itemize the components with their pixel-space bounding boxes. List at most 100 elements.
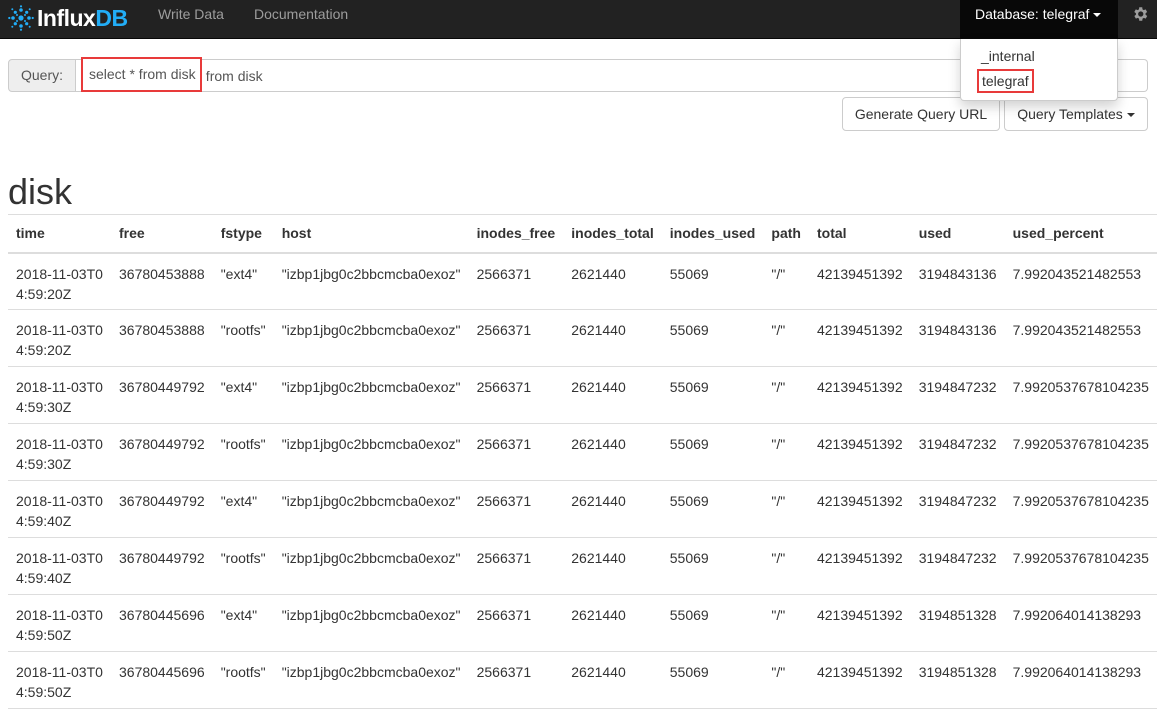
cell-total: 42139451392 bbox=[808, 423, 911, 481]
series-title: disk bbox=[8, 171, 73, 212]
table-row: 2018-11-03T04:59:30Z 36780449792 "rootfs" "… bbox=[8, 423, 1157, 481]
cell-used: 3194847232 bbox=[910, 366, 1005, 424]
column-header-free: free bbox=[111, 214, 213, 254]
cell-used-percent: 7.992064014138293 bbox=[1004, 594, 1157, 652]
cell-used: 3194851328 bbox=[910, 594, 1005, 652]
cell-total: 42139451392 bbox=[808, 594, 911, 652]
cell-host: "izbp1jbg0c2bbcmcba0exoz" bbox=[273, 309, 469, 367]
table-row: 2018-11-03T04:59:50Z 36780445696 "ext4" "iz… bbox=[8, 594, 1157, 652]
cell-time: 2018-11-03T04:59:20Z bbox=[8, 252, 111, 310]
cell-fstype: "ext4" bbox=[212, 252, 274, 310]
cell-host: "izbp1jbg0c2bbcmcba0exoz" bbox=[273, 423, 469, 481]
table-row: 2018-11-03T04:59:30Z 36780449792 "ext4" "iz… bbox=[8, 366, 1157, 424]
cell-inodes-total: 2621440 bbox=[563, 594, 662, 652]
brand-name: InfluxDB bbox=[37, 4, 128, 31]
cell-used: 3194847232 bbox=[910, 480, 1005, 538]
gear-icon[interactable] bbox=[1131, 5, 1149, 23]
cell-inodes-total: 2621440 bbox=[563, 309, 662, 367]
cell-used: 3194843136 bbox=[910, 309, 1005, 367]
cell-free: 36780449792 bbox=[111, 537, 213, 595]
cell-path: "/" bbox=[763, 594, 809, 652]
cell-inodes-total: 2621440 bbox=[563, 480, 662, 538]
database-dropdown-toggle[interactable]: Database: telegraf bbox=[960, 0, 1118, 39]
cell-path: "/" bbox=[763, 366, 809, 424]
cell-host: "izbp1jbg0c2bbcmcba0exoz" bbox=[273, 252, 469, 310]
cell-inodes-free: 2566371 bbox=[468, 480, 564, 538]
cell-host: "izbp1jbg0c2bbcmcba0exoz" bbox=[273, 480, 469, 538]
table-row: 2018-11-03T04:59:40Z 36780449792 "ext4" "iz… bbox=[8, 480, 1157, 538]
cell-total: 42139451392 bbox=[808, 252, 911, 310]
cell-fstype: "ext4" bbox=[212, 480, 274, 538]
cell-inodes-free: 2566371 bbox=[468, 252, 564, 310]
cell-inodes-total: 2621440 bbox=[563, 252, 662, 310]
brand-logo[interactable]: InfluxDB bbox=[8, 3, 128, 33]
cell-fstype: "ext4" bbox=[212, 366, 274, 424]
generate-query-url-button[interactable]: Generate Query URL bbox=[842, 97, 1000, 131]
database-menu-item-internal[interactable]: _internal bbox=[981, 48, 1035, 64]
query-text-highlight: select * from disk bbox=[81, 57, 202, 92]
cell-path: "/" bbox=[763, 309, 809, 367]
cell-inodes-used: 55069 bbox=[661, 366, 764, 424]
cell-inodes-used: 55069 bbox=[661, 252, 764, 310]
table-header-row: time free fstype host inodes_free inodes… bbox=[8, 214, 1157, 254]
cell-inodes-free: 2566371 bbox=[468, 537, 564, 595]
cell-total: 42139451392 bbox=[808, 480, 911, 538]
database-menu-item-telegraf[interactable]: telegraf bbox=[977, 69, 1034, 93]
cell-path: "/" bbox=[763, 423, 809, 481]
cell-inodes-used: 55069 bbox=[661, 423, 764, 481]
caret-down-icon bbox=[1093, 13, 1102, 18]
cell-used-percent: 7.992043521482553 bbox=[1004, 309, 1157, 367]
cell-time: 2018-11-03T04:59:30Z bbox=[8, 423, 111, 481]
table-row: 2018-11-03T04:59:20Z 36780453888 "ext4" "iz… bbox=[8, 252, 1157, 310]
query-templates-label: Query Templates bbox=[1017, 106, 1123, 122]
column-header-time: time bbox=[8, 214, 111, 254]
influxdb-logo-icon bbox=[8, 5, 34, 31]
cell-inodes-free: 2566371 bbox=[468, 423, 564, 481]
query-templates-button[interactable]: Query Templates bbox=[1004, 97, 1148, 131]
cell-host: "izbp1jbg0c2bbcmcba0exoz" bbox=[273, 537, 469, 595]
cell-used-percent: 7.9920537678104235 bbox=[1004, 423, 1157, 481]
cell-free: 36780445696 bbox=[111, 594, 213, 652]
cell-used: 3194847232 bbox=[910, 537, 1005, 595]
cell-used-percent: 7.9920537678104235 bbox=[1004, 480, 1157, 538]
cell-total: 42139451392 bbox=[808, 309, 911, 367]
navbar: InfluxDB Write Data Documentation Databa… bbox=[0, 0, 1157, 39]
cell-free: 36780449792 bbox=[111, 423, 213, 481]
cell-inodes-used: 55069 bbox=[661, 594, 764, 652]
cell-time: 2018-11-03T04:59:40Z bbox=[8, 480, 111, 538]
cell-time: 2018-11-03T04:59:50Z bbox=[8, 594, 111, 652]
cell-used-percent: 7.9920537678104235 bbox=[1004, 366, 1157, 424]
column-header-path: path bbox=[763, 214, 809, 254]
cell-time: 2018-11-03T04:59:30Z bbox=[8, 366, 111, 424]
table-row: 2018-11-03T04:59:20Z 36780453888 "rootfs" "… bbox=[8, 309, 1157, 367]
column-header-inodes-used: inodes_used bbox=[661, 214, 764, 254]
column-header-inodes-total: inodes_total bbox=[563, 214, 662, 254]
cell-path: "/" bbox=[763, 252, 809, 310]
cell-free: 36780449792 bbox=[111, 366, 213, 424]
column-header-used: used bbox=[910, 214, 1005, 254]
cell-free: 36780449792 bbox=[111, 480, 213, 538]
column-header-used-percent: used_percent bbox=[1004, 214, 1157, 254]
cell-used: 3194847232 bbox=[910, 423, 1005, 481]
cell-fstype: "rootfs" bbox=[212, 309, 274, 367]
nav-write-data[interactable]: Write Data bbox=[158, 0, 224, 28]
cell-time: 2018-11-03T04:59:40Z bbox=[8, 537, 111, 595]
cell-used-percent: 7.9920537678104235 bbox=[1004, 537, 1157, 595]
cell-path: "/" bbox=[763, 537, 809, 595]
cell-fstype: "rootfs" bbox=[212, 537, 274, 595]
cell-fstype: "rootfs" bbox=[212, 423, 274, 481]
results-table: time free fstype host inodes_free inodes… bbox=[8, 214, 1157, 709]
column-header-inodes-free: inodes_free bbox=[468, 214, 564, 254]
cell-inodes-total: 2621440 bbox=[563, 423, 662, 481]
cell-free: 36780453888 bbox=[111, 309, 213, 367]
cell-inodes-total: 2621440 bbox=[563, 537, 662, 595]
cell-used: 3194843136 bbox=[910, 252, 1005, 310]
column-header-total: total bbox=[808, 214, 911, 254]
cell-fstype: "ext4" bbox=[212, 594, 274, 652]
cell-inodes-free: 2566371 bbox=[468, 366, 564, 424]
database-label: Database: telegraf bbox=[975, 6, 1090, 22]
nav-documentation[interactable]: Documentation bbox=[254, 0, 348, 28]
cell-time: 2018-11-03T04:59:20Z bbox=[8, 309, 111, 367]
database-menu: _internal telegraf bbox=[960, 39, 1118, 101]
cell-free: 36780453888 bbox=[111, 252, 213, 310]
